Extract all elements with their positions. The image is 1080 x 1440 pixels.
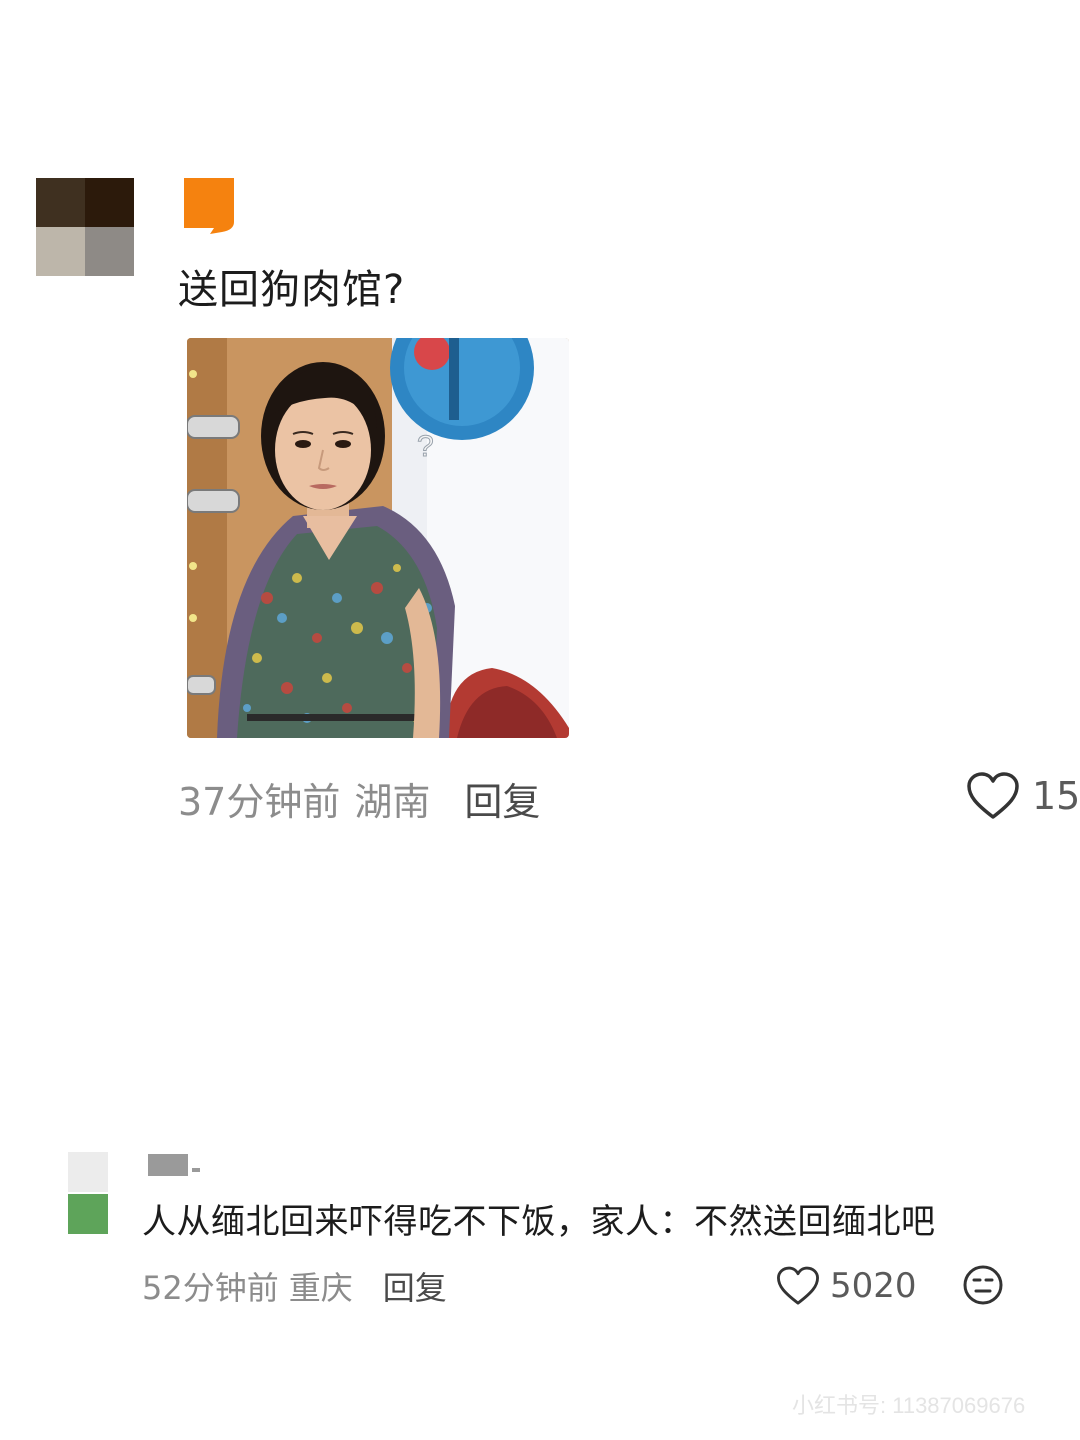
- like-count: 5020: [830, 1266, 917, 1306]
- like-button[interactable]: 5020: [776, 1260, 917, 1312]
- avatar-pixel: [85, 227, 134, 276]
- watermark: 小红书号: 11387069676: [792, 1393, 1026, 1418]
- avatar-pixel: [68, 1152, 108, 1192]
- reply-button[interactable]: 回复: [383, 1263, 447, 1309]
- timestamp: 52分钟前: [142, 1269, 279, 1307]
- meme-image[interactable]: ?: [187, 338, 569, 738]
- avatar[interactable]: [36, 178, 134, 276]
- location: 重庆: [288, 1269, 353, 1307]
- comment-text: 人从缅北回来吓得吃不下饭，家人：不然送回缅北吧: [142, 1202, 936, 1242]
- avatar[interactable]: [68, 1152, 108, 1234]
- meh-face-icon: [963, 1265, 1003, 1305]
- avatar-pixel: [85, 178, 134, 227]
- meme-question-mark: ?: [417, 430, 434, 463]
- comment-text: 送回狗肉馆?: [178, 267, 406, 313]
- avatar-pixel: [36, 227, 85, 276]
- comment-meta: 37分钟前 湖南 回复: [178, 770, 540, 826]
- like-button[interactable]: 15: [966, 768, 1080, 824]
- avatar-pixel: [68, 1194, 108, 1234]
- username-redacted[interactable]: [184, 178, 234, 234]
- comment-section: 送回狗肉馆? ? 37分钟前 湖南 回复 15 人从缅北回来吓得吃不下饭，家人：…: [0, 0, 1080, 1440]
- avatar-pixel: [36, 178, 85, 227]
- comment-meta: 52分钟前 重庆 回复: [142, 1262, 447, 1310]
- reply-button[interactable]: 回复: [464, 771, 540, 826]
- heart-outline-icon: [967, 772, 1019, 819]
- location: 湖南: [354, 779, 431, 824]
- username-redacted[interactable]: [148, 1154, 204, 1178]
- like-count: 15: [1032, 774, 1080, 818]
- emoji-reaction-button[interactable]: [962, 1264, 1004, 1306]
- timestamp: 37分钟前: [178, 779, 341, 824]
- heart-outline-icon: [777, 1266, 819, 1305]
